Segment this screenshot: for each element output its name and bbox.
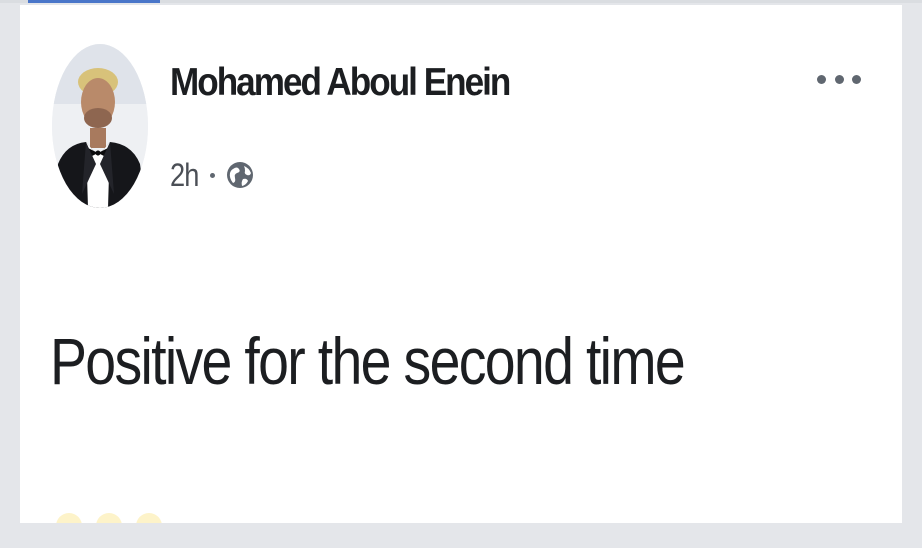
more-options-icon[interactable] [817,70,861,88]
meta-separator-dot [210,172,215,178]
globe-icon[interactable] [225,160,255,190]
post-card: Mohamed Aboul Enein 2h Positive for the … [20,5,902,523]
more-dot [852,74,861,84]
profile-photo-icon [52,44,148,208]
reaction-icon [96,513,122,523]
reaction-icon [136,513,162,523]
reaction-icon [56,513,82,523]
post-author-name[interactable]: Mohamed Aboul Enein [170,61,511,105]
reactions-preview[interactable] [56,513,166,523]
post-meta: 2h [170,155,255,195]
author-avatar[interactable] [52,44,148,208]
post-timestamp[interactable]: 2h [170,157,201,194]
active-tab-indicator [28,0,160,3]
more-dot [817,74,826,84]
post-body-text: Positive for the second time [50,324,686,398]
more-dot [834,74,844,84]
